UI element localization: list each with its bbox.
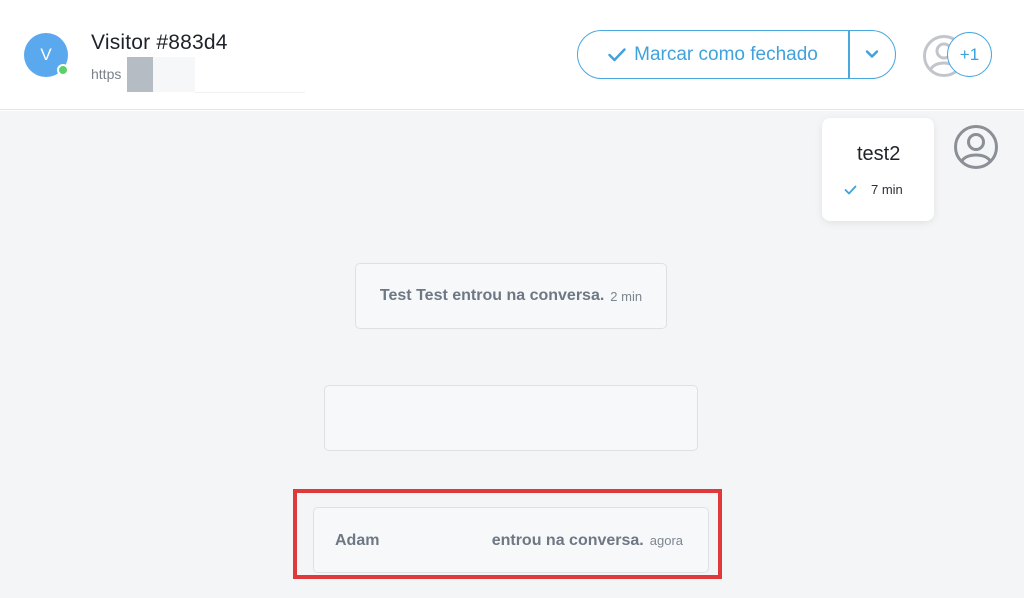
user-circle-icon[interactable] <box>953 124 999 175</box>
check-icon <box>608 47 626 62</box>
mark-as-closed-label: Marcar como fechado <box>634 43 818 65</box>
event-time: agora <box>649 533 683 548</box>
visitor-avatar-initial: V <box>40 45 52 64</box>
system-event <box>324 385 698 451</box>
close-conversation-group: Marcar como fechado <box>577 30 896 79</box>
chevron-down-icon <box>865 46 879 64</box>
url-redaction <box>127 57 153 92</box>
visitor-avatar[interactable]: V <box>24 33 69 77</box>
agents-group[interactable]: +1 <box>922 31 994 79</box>
extra-agents-count[interactable]: +1 <box>947 32 992 77</box>
event-time: 2 min <box>610 288 643 304</box>
event-text: entrou na conversa. <box>491 532 644 549</box>
event-agent-name: Adam <box>335 532 380 549</box>
system-event: Test Test entrou na conversa. 2 min <box>355 263 667 329</box>
read-check-icon <box>844 185 857 195</box>
outgoing-message[interactable]: test2 7 min <box>822 118 934 221</box>
message-time: 7 min <box>871 182 903 197</box>
online-status-dot <box>57 64 69 76</box>
url-redaction-light <box>153 57 195 92</box>
visitor-name[interactable]: Visitor #883d4 <box>91 31 228 55</box>
url-underline <box>195 92 305 93</box>
event-text: Test Test entrou na conversa. <box>379 287 605 304</box>
close-options-dropdown[interactable] <box>850 31 896 78</box>
conversation-header: V Visitor #883d4 https Marcar como fecha… <box>0 0 1024 110</box>
system-event: Adam entrou na conversa. agora <box>313 507 709 573</box>
mark-as-closed-button[interactable]: Marcar como fechado <box>578 31 848 78</box>
message-meta: 7 min <box>844 182 903 197</box>
visitor-url[interactable]: https <box>91 66 121 82</box>
event-body: entrou na conversa. agora <box>492 532 683 550</box>
message-text: test2 <box>857 143 901 165</box>
